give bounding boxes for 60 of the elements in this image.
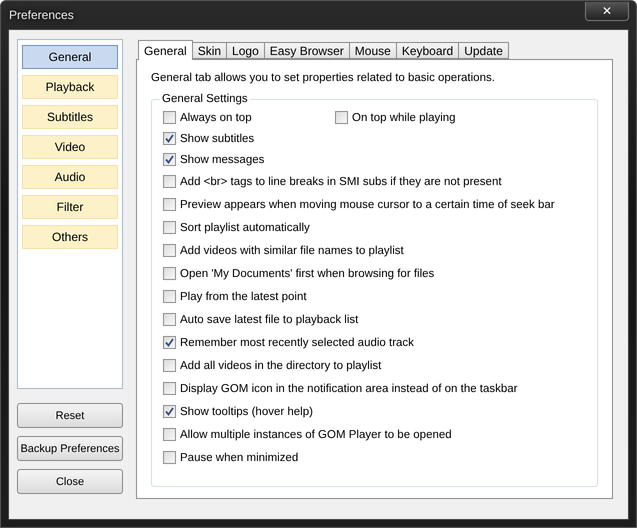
checkmark-icon (165, 338, 174, 347)
checkbox-option[interactable]: Always on top (163, 111, 335, 124)
checkbox-option[interactable]: Show messages (163, 153, 264, 166)
checkbox[interactable] (163, 221, 176, 234)
checkbox-option[interactable]: Auto save latest file to playback list (163, 313, 358, 326)
description-text: General tab allows you to set properties related to basic operations. (151, 72, 496, 84)
checkbox[interactable] (163, 359, 176, 372)
category-item[interactable]: Audio (22, 165, 118, 189)
checkbox[interactable] (163, 313, 176, 326)
tab[interactable]: Keyboard (396, 42, 460, 59)
checkbox-option[interactable]: Show subtitles (163, 132, 254, 145)
checkbox[interactable] (163, 336, 176, 349)
checkbox[interactable] (163, 267, 176, 280)
category-item[interactable]: Subtitles (22, 105, 118, 129)
option-label: On top while playing (352, 112, 456, 124)
tab[interactable]: Update (458, 42, 509, 59)
category-item[interactable]: Filter (22, 195, 118, 219)
close-button[interactable]: ✕ (585, 2, 629, 20)
checkbox-option[interactable]: On top while playing (335, 111, 456, 124)
checkmark-icon (165, 155, 174, 164)
tab[interactable]: Mouse (348, 42, 397, 59)
checkbox-option[interactable]: Pause when minimized (163, 451, 298, 464)
dialog-button[interactable]: Reset (17, 403, 123, 428)
option-label: Pause when minimized (180, 452, 298, 464)
checkmark-icon (165, 407, 174, 416)
option-label: Sort playlist automatically (180, 222, 310, 234)
option-label: Show tooltips (hover help) (180, 406, 313, 418)
category-item[interactable]: General (22, 45, 118, 69)
checkbox[interactable] (163, 198, 176, 211)
tab[interactable]: Skin (192, 42, 228, 59)
option-label: Always on top (180, 112, 252, 124)
window-title: Preferences (8, 8, 74, 22)
tab[interactable]: General (138, 40, 193, 60)
checkbox[interactable] (163, 153, 176, 166)
checkbox[interactable] (163, 451, 176, 464)
checkbox[interactable] (163, 382, 176, 395)
category-item[interactable]: Others (22, 225, 118, 249)
checkbox[interactable] (163, 175, 176, 188)
checkbox[interactable] (163, 244, 176, 257)
checkbox[interactable] (163, 111, 176, 124)
dialog-button[interactable]: Close (17, 469, 123, 494)
tab[interactable]: Logo (226, 42, 265, 59)
category-item[interactable]: Playback (22, 75, 118, 99)
option-label: Show subtitles (180, 132, 254, 144)
checkbox[interactable] (163, 290, 176, 303)
option-label: Show messages (180, 154, 264, 166)
category-item[interactable]: Video (22, 135, 118, 159)
dialog-button[interactable]: Backup Preferences (17, 436, 123, 461)
checkbox[interactable] (163, 405, 176, 418)
checkmark-icon (165, 134, 174, 143)
checkbox[interactable] (163, 428, 176, 441)
checkbox-option[interactable]: Sort playlist automatically (163, 221, 310, 234)
checkbox[interactable] (335, 111, 348, 124)
tab[interactable]: Easy Browser (264, 42, 350, 59)
checkbox[interactable] (163, 132, 176, 145)
checkbox-option[interactable]: Show tooltips (hover help) (163, 405, 313, 418)
option-label: Play from the latest point (180, 290, 307, 302)
group-title: General Settings (161, 93, 249, 105)
checkbox-option[interactable]: Play from the latest point (163, 290, 307, 303)
option-label: Auto save latest file to playback list (180, 314, 358, 326)
